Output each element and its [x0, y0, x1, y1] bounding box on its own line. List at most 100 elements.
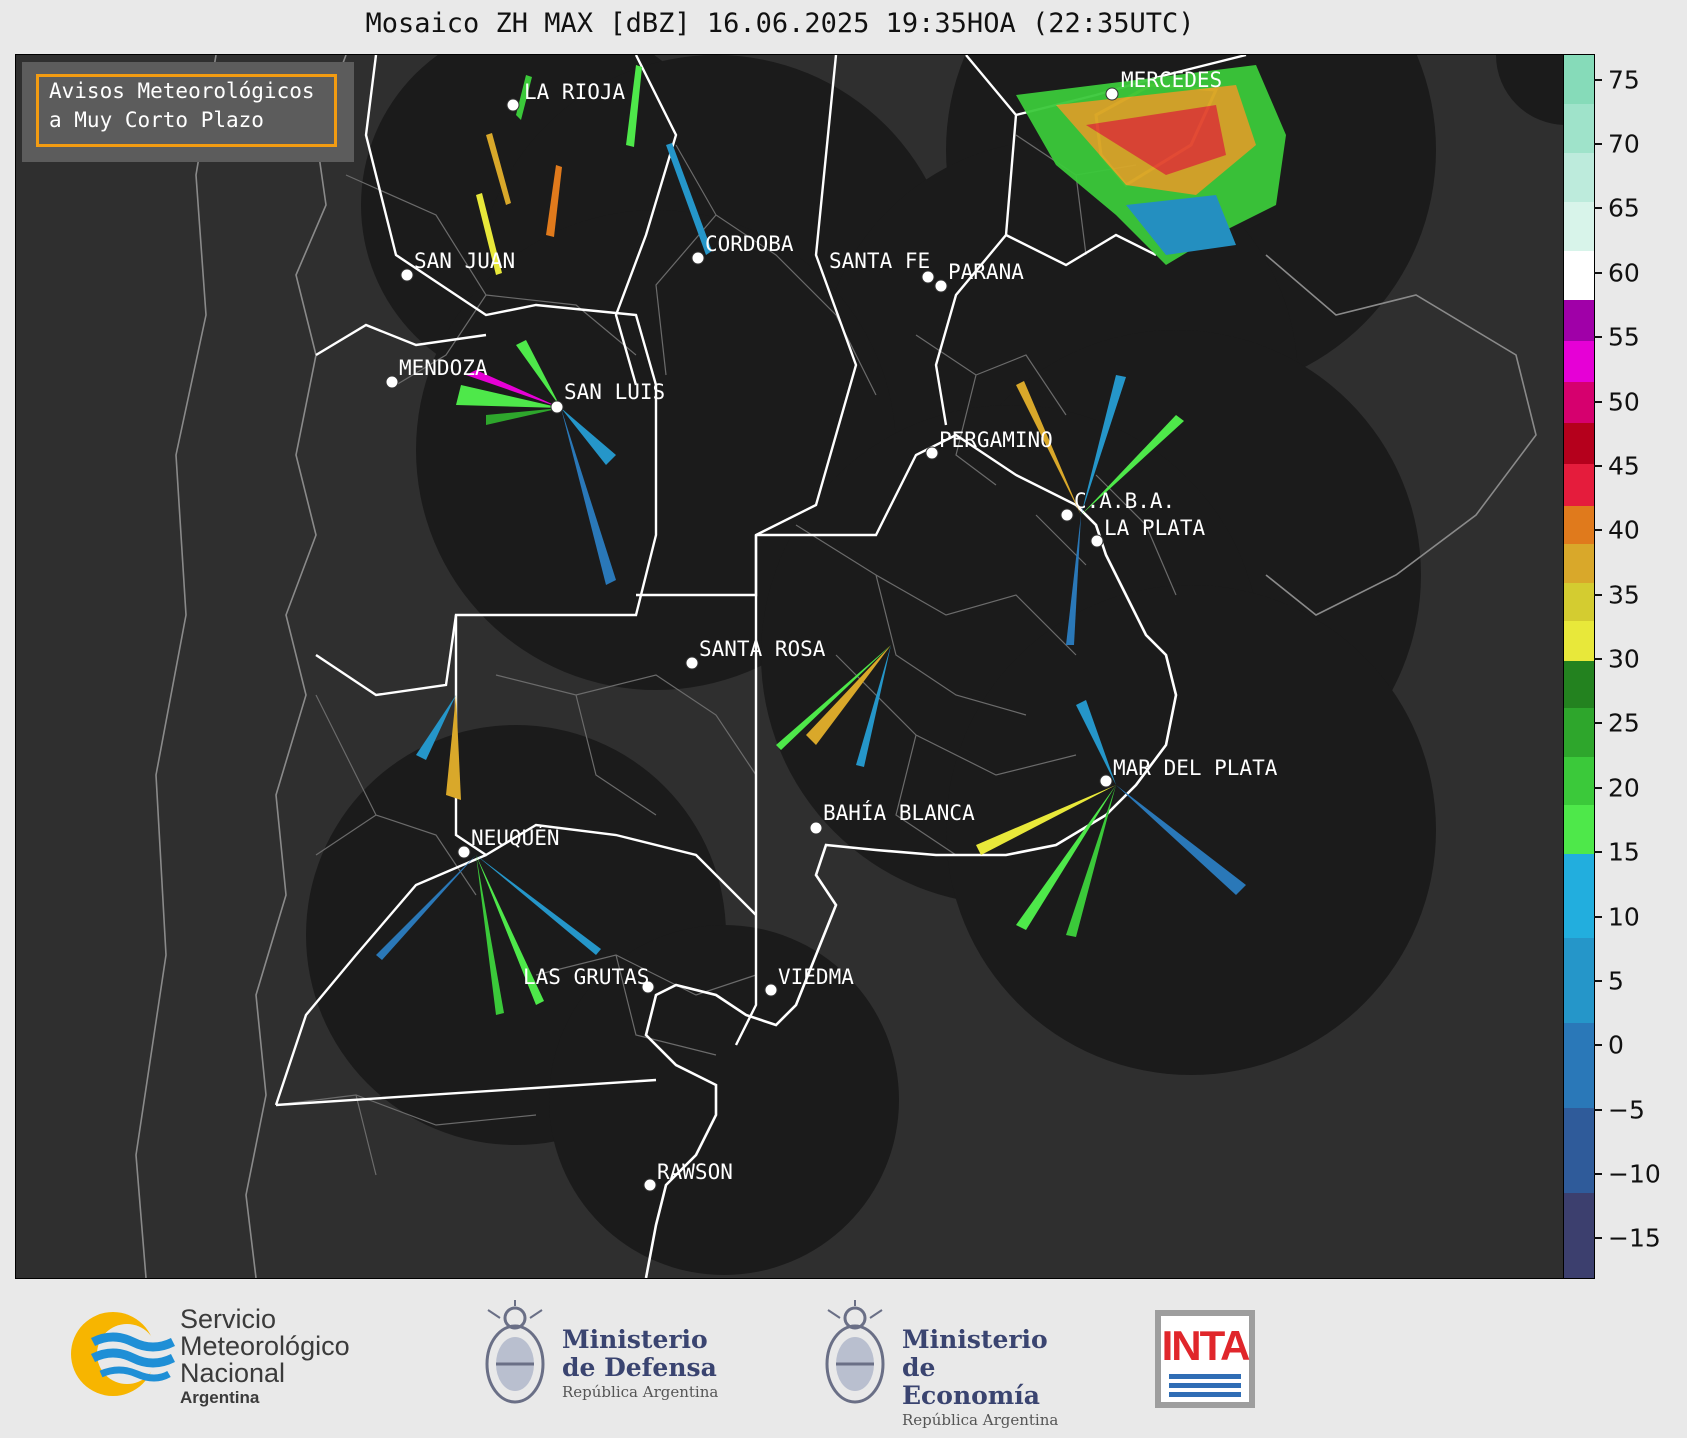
coat-of-arms-icon [485, 1300, 545, 1404]
svg-text:CORDOBA: CORDOBA [705, 232, 794, 256]
svg-text:PERGAMINO: PERGAMINO [939, 428, 1053, 452]
colorbar-tick [1594, 207, 1602, 210]
economia-line3: República Argentina [902, 1411, 1059, 1429]
inta-stripe [1169, 1383, 1241, 1388]
svg-text:LA RIOJA: LA RIOJA [524, 80, 626, 104]
colorbar-tick [1594, 1237, 1602, 1240]
defensa-logo[interactable]: Ministerio de Defensa República Argentin… [480, 1298, 730, 1418]
smn-line1: Servicio [180, 1304, 277, 1334]
smn-line2: Meteorológico [180, 1331, 350, 1361]
smn-emblem-icon [71, 1312, 176, 1396]
colorbar-segment [1564, 804, 1594, 854]
colorbar-tick-label: 45 [1608, 451, 1640, 481]
economia-logo[interactable]: Ministerio de Economía República Argenti… [820, 1298, 1080, 1429]
colorbar-tick-label: 65 [1608, 193, 1640, 223]
colorbar-tick-label: 0 [1608, 1030, 1624, 1060]
defensa-line3: República Argentina [562, 1383, 719, 1401]
svg-text:LA PLATA: LA PLATA [1104, 516, 1206, 540]
colorbar-tick [1594, 400, 1602, 403]
colorbar-segment [1564, 103, 1594, 154]
colorbar-segment [1564, 299, 1594, 342]
svg-text:SAN JUAN: SAN JUAN [414, 249, 515, 273]
colorbar-segment [1564, 1023, 1594, 1109]
smn-line4: Argentina [180, 1388, 260, 1407]
avisos-line1: Avisos Meteorológicos [49, 79, 315, 103]
colorbar-tick [1594, 722, 1602, 725]
colorbar-tick-label: −10 [1608, 1159, 1661, 1189]
svg-text:MAR DEL PLATA: MAR DEL PLATA [1113, 756, 1278, 780]
colorbar-segment [1564, 756, 1594, 806]
svg-text:MERCEDES: MERCEDES [1121, 68, 1222, 92]
colorbar-tick [1594, 658, 1602, 661]
inta-stripe [1169, 1374, 1241, 1379]
colorbar-ticks: 75 70 65 60 55 50 45 40 35 30 25 20 15 10 5 0 −5 −10 −15 [1594, 54, 1684, 1277]
svg-text:VIEDMA: VIEDMA [778, 965, 854, 989]
colorbar-segment [1564, 1193, 1594, 1279]
avisos-button[interactable]: Avisos Meteorológicos a Muy Corto Plazo [36, 74, 337, 147]
colorbar-tick-label: 10 [1608, 902, 1640, 932]
colorbar-tick-label: 25 [1608, 708, 1640, 738]
colorbar-segment [1564, 152, 1594, 203]
economia-line1: Ministerio [902, 1325, 1048, 1354]
economia-line2: de Economía [902, 1353, 1040, 1410]
colorbar-tick [1594, 1044, 1602, 1047]
colorbar-tick-label: 15 [1608, 837, 1640, 867]
colorbar-tick [1594, 1173, 1602, 1175]
colorbar-tick [1594, 593, 1602, 596]
colorbar-segment [1564, 938, 1594, 1024]
colorbar-segment [1564, 708, 1594, 758]
colorbar-tick [1594, 786, 1602, 789]
inta-stripe [1169, 1392, 1241, 1397]
city-las-grutas: LAS GRUTAS [523, 965, 655, 994]
colorbar [1563, 54, 1595, 1279]
colorbar-tick-label: 55 [1608, 322, 1640, 352]
inta-logo-inner: INTA [1161, 1316, 1251, 1402]
svg-text:C.A.B.A.: C.A.B.A. [1074, 489, 1175, 513]
colorbar-tick [1594, 1108, 1602, 1111]
colorbar-segment [1564, 660, 1594, 709]
colorbar-tick [1594, 464, 1602, 467]
colorbar-tick-label: 75 [1608, 65, 1640, 95]
colorbar-segment [1564, 1108, 1594, 1194]
colorbar-segment [1564, 250, 1594, 301]
colorbar-segment [1564, 201, 1594, 252]
svg-text:PARANA: PARANA [948, 260, 1024, 284]
colorbar-segment [1564, 853, 1594, 939]
colorbar-tick-label: 30 [1608, 644, 1640, 674]
colorbar-tick-label: 20 [1608, 773, 1640, 803]
coat-of-arms-icon [825, 1300, 885, 1404]
colorbar-segment [1564, 621, 1594, 661]
defensa-line2: de Defensa [562, 1353, 717, 1382]
svg-text:RAWSON: RAWSON [657, 1160, 733, 1184]
defensa-line1: Ministerio [562, 1325, 708, 1354]
avisos-link-box[interactable]: Avisos Meteorológicos a Muy Corto Plazo [22, 62, 354, 162]
colorbar-tick [1594, 336, 1602, 339]
colorbar-tick-label: −15 [1608, 1223, 1661, 1253]
colorbar-segment [1564, 55, 1594, 105]
svg-text:SANTA FE: SANTA FE [829, 249, 930, 273]
colorbar-segment [1564, 544, 1594, 584]
colorbar-tick [1594, 529, 1602, 532]
map-title: Mosaico ZH MAX [dBZ] 16.06.2025 19:35HOA… [365, 8, 1195, 39]
smn-logo[interactable]: Servicio Meteorológico Nacional Argentin… [65, 1304, 385, 1414]
radar-coverage [306, 55, 1563, 1275]
colorbar-tick-label: 40 [1608, 515, 1640, 545]
inta-wordmark: INTA [1161, 1322, 1251, 1369]
svg-text:SAN LUIS: SAN LUIS [564, 380, 665, 404]
colorbar-tick [1594, 143, 1602, 146]
colorbar-segment [1564, 464, 1594, 507]
svg-text:MENDOZA: MENDOZA [399, 356, 488, 380]
footer-logos: Servicio Meteorológico Nacional Argentin… [0, 1280, 1687, 1438]
radar-map[interactable]: LA RIOJA SAN JUAN CORDOBA SANTA FE PARAN… [15, 54, 1564, 1279]
colorbar-tick-label: 5 [1608, 966, 1624, 996]
svg-text:LAS GRUTAS: LAS GRUTAS [523, 965, 649, 989]
colorbar-tick [1594, 979, 1602, 982]
colorbar-tick-label: 70 [1608, 129, 1640, 159]
colorbar-segment [1564, 340, 1594, 383]
inta-logo[interactable]: INTA [1155, 1310, 1255, 1408]
colorbar-segment [1564, 582, 1594, 622]
colorbar-tick [1594, 271, 1602, 274]
colorbar-tick [1594, 915, 1602, 918]
svg-text:BAHÍA BLANCA: BAHÍA BLANCA [823, 800, 975, 825]
avisos-line2: a Muy Corto Plazo [49, 108, 264, 132]
